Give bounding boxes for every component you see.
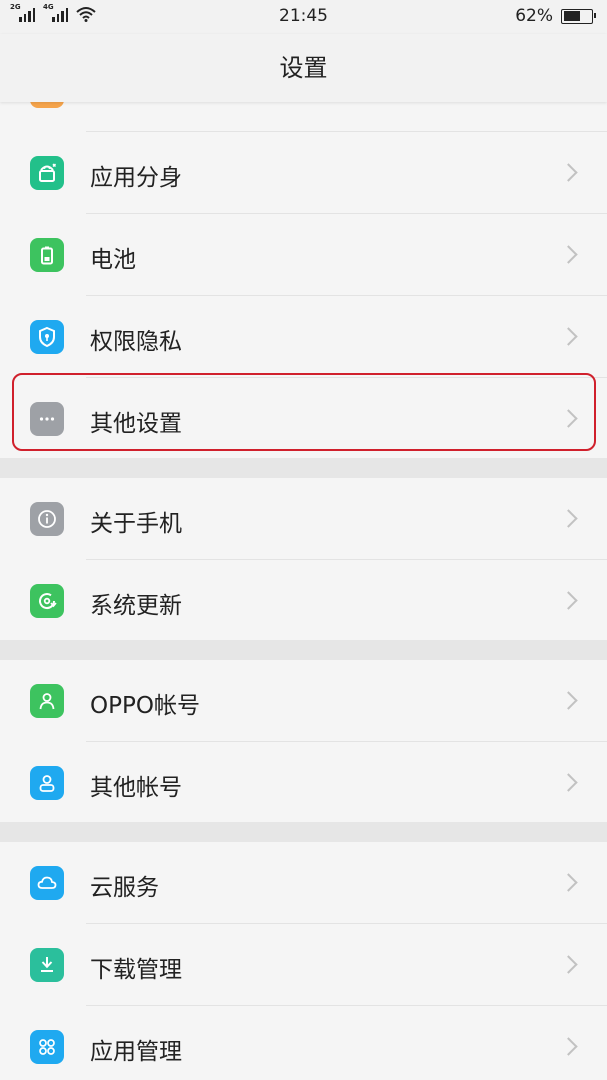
highlight-box bbox=[12, 373, 596, 451]
person-icon bbox=[30, 684, 64, 718]
download-icon bbox=[30, 948, 64, 982]
section-gap bbox=[0, 640, 607, 660]
chevron-right-icon bbox=[559, 163, 578, 182]
partial-icon bbox=[30, 102, 64, 108]
update-icon bbox=[30, 584, 64, 618]
shield-lock-icon bbox=[30, 320, 64, 354]
person-outline-icon bbox=[30, 766, 64, 800]
chevron-right-icon bbox=[559, 691, 578, 710]
settings-row-about-phone[interactable]: 关于手机 bbox=[0, 478, 607, 560]
battery-percent: 62% bbox=[515, 6, 553, 26]
settings-row-cloud[interactable]: 云服务 bbox=[0, 842, 607, 924]
settings-row-download[interactable]: 下载管理 bbox=[0, 924, 607, 1006]
chevron-right-icon bbox=[559, 873, 578, 892]
settings-row-system-update[interactable]: 系统更新 bbox=[0, 560, 607, 640]
page-title: 设置 bbox=[0, 34, 607, 102]
settings-row-label: 其他帐号 bbox=[90, 775, 182, 801]
battery-fill bbox=[563, 11, 581, 21]
status-right: 62% bbox=[515, 6, 596, 26]
battery-status-icon bbox=[561, 8, 596, 24]
settings-row-label: 电池 bbox=[90, 247, 136, 273]
section-gap bbox=[0, 458, 607, 478]
chevron-right-icon bbox=[559, 245, 578, 264]
settings-row-oppo-account[interactable]: OPPO帐号 bbox=[0, 660, 607, 742]
chevron-right-icon bbox=[559, 1037, 578, 1056]
settings-row-other-accounts[interactable]: 其他帐号 bbox=[0, 742, 607, 822]
settings-row-app-manage[interactable]: 应用管理 bbox=[0, 1006, 607, 1080]
settings-row-partial[interactable] bbox=[0, 102, 607, 132]
chevron-right-icon bbox=[559, 591, 578, 610]
settings-row-label: OPPO帐号 bbox=[90, 693, 200, 719]
settings-row-label: 权限隐私 bbox=[90, 329, 182, 355]
android-clone-icon bbox=[30, 156, 64, 190]
settings-row-label: 关于手机 bbox=[90, 511, 182, 537]
settings-row-label: 系统更新 bbox=[90, 593, 182, 619]
settings-row-privacy[interactable]: 权限隐私 bbox=[0, 296, 607, 378]
settings-row-app-clone[interactable]: 应用分身 bbox=[0, 132, 607, 214]
battery-icon bbox=[30, 238, 64, 272]
settings-list[interactable]: 应用分身 电池 权限隐私 其他设置 关于手机 系统更新 OPPO帐号 其他帐号 … bbox=[0, 102, 607, 1080]
settings-row-label: 应用管理 bbox=[90, 1039, 182, 1065]
chevron-right-icon bbox=[559, 327, 578, 346]
settings-row-label: 下载管理 bbox=[90, 957, 182, 983]
settings-row-label: 应用分身 bbox=[90, 165, 182, 191]
info-icon bbox=[30, 502, 64, 536]
apps-grid-icon bbox=[30, 1030, 64, 1064]
status-bar: 2G 4G 21:45 62% bbox=[0, 0, 607, 34]
chevron-right-icon bbox=[559, 509, 578, 528]
settings-row-label: 云服务 bbox=[90, 875, 159, 901]
chevron-right-icon bbox=[559, 955, 578, 974]
settings-row-battery[interactable]: 电池 bbox=[0, 214, 607, 296]
chevron-right-icon bbox=[559, 773, 578, 792]
cloud-icon bbox=[30, 866, 64, 900]
section-gap bbox=[0, 822, 607, 842]
